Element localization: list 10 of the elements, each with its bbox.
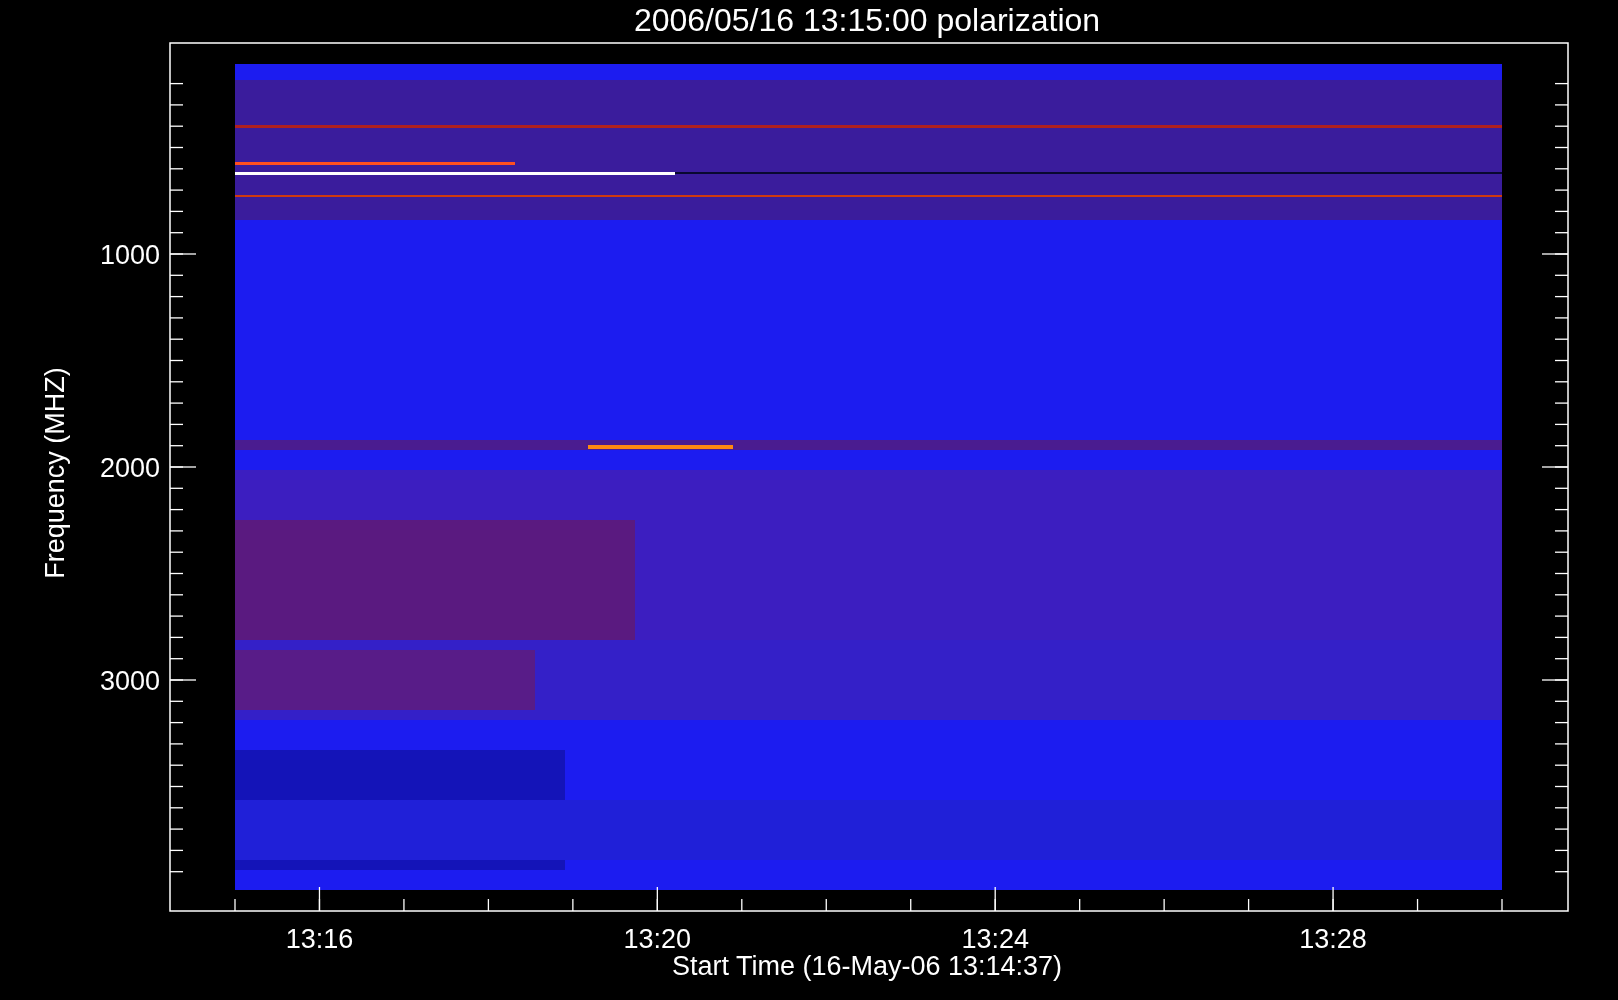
y-tick-label: 3000 bbox=[99, 666, 160, 696]
y-axis-label: Frequency (MHZ) bbox=[40, 367, 70, 579]
x-tick-label: 13:24 bbox=[961, 924, 1029, 954]
chart-title: 2006/05/16 13:15:00 polarization bbox=[633, 2, 1101, 38]
x-axis-label: Start Time (16-May-06 13:14:37) bbox=[671, 951, 1063, 981]
y-tick-label: 2000 bbox=[99, 453, 160, 483]
x-tick-label: 13:16 bbox=[285, 924, 354, 954]
x-tick-label: 13:20 bbox=[623, 924, 692, 954]
y-tick-label: 1000 bbox=[99, 240, 160, 270]
x-tick-label: 13:28 bbox=[1299, 924, 1367, 954]
